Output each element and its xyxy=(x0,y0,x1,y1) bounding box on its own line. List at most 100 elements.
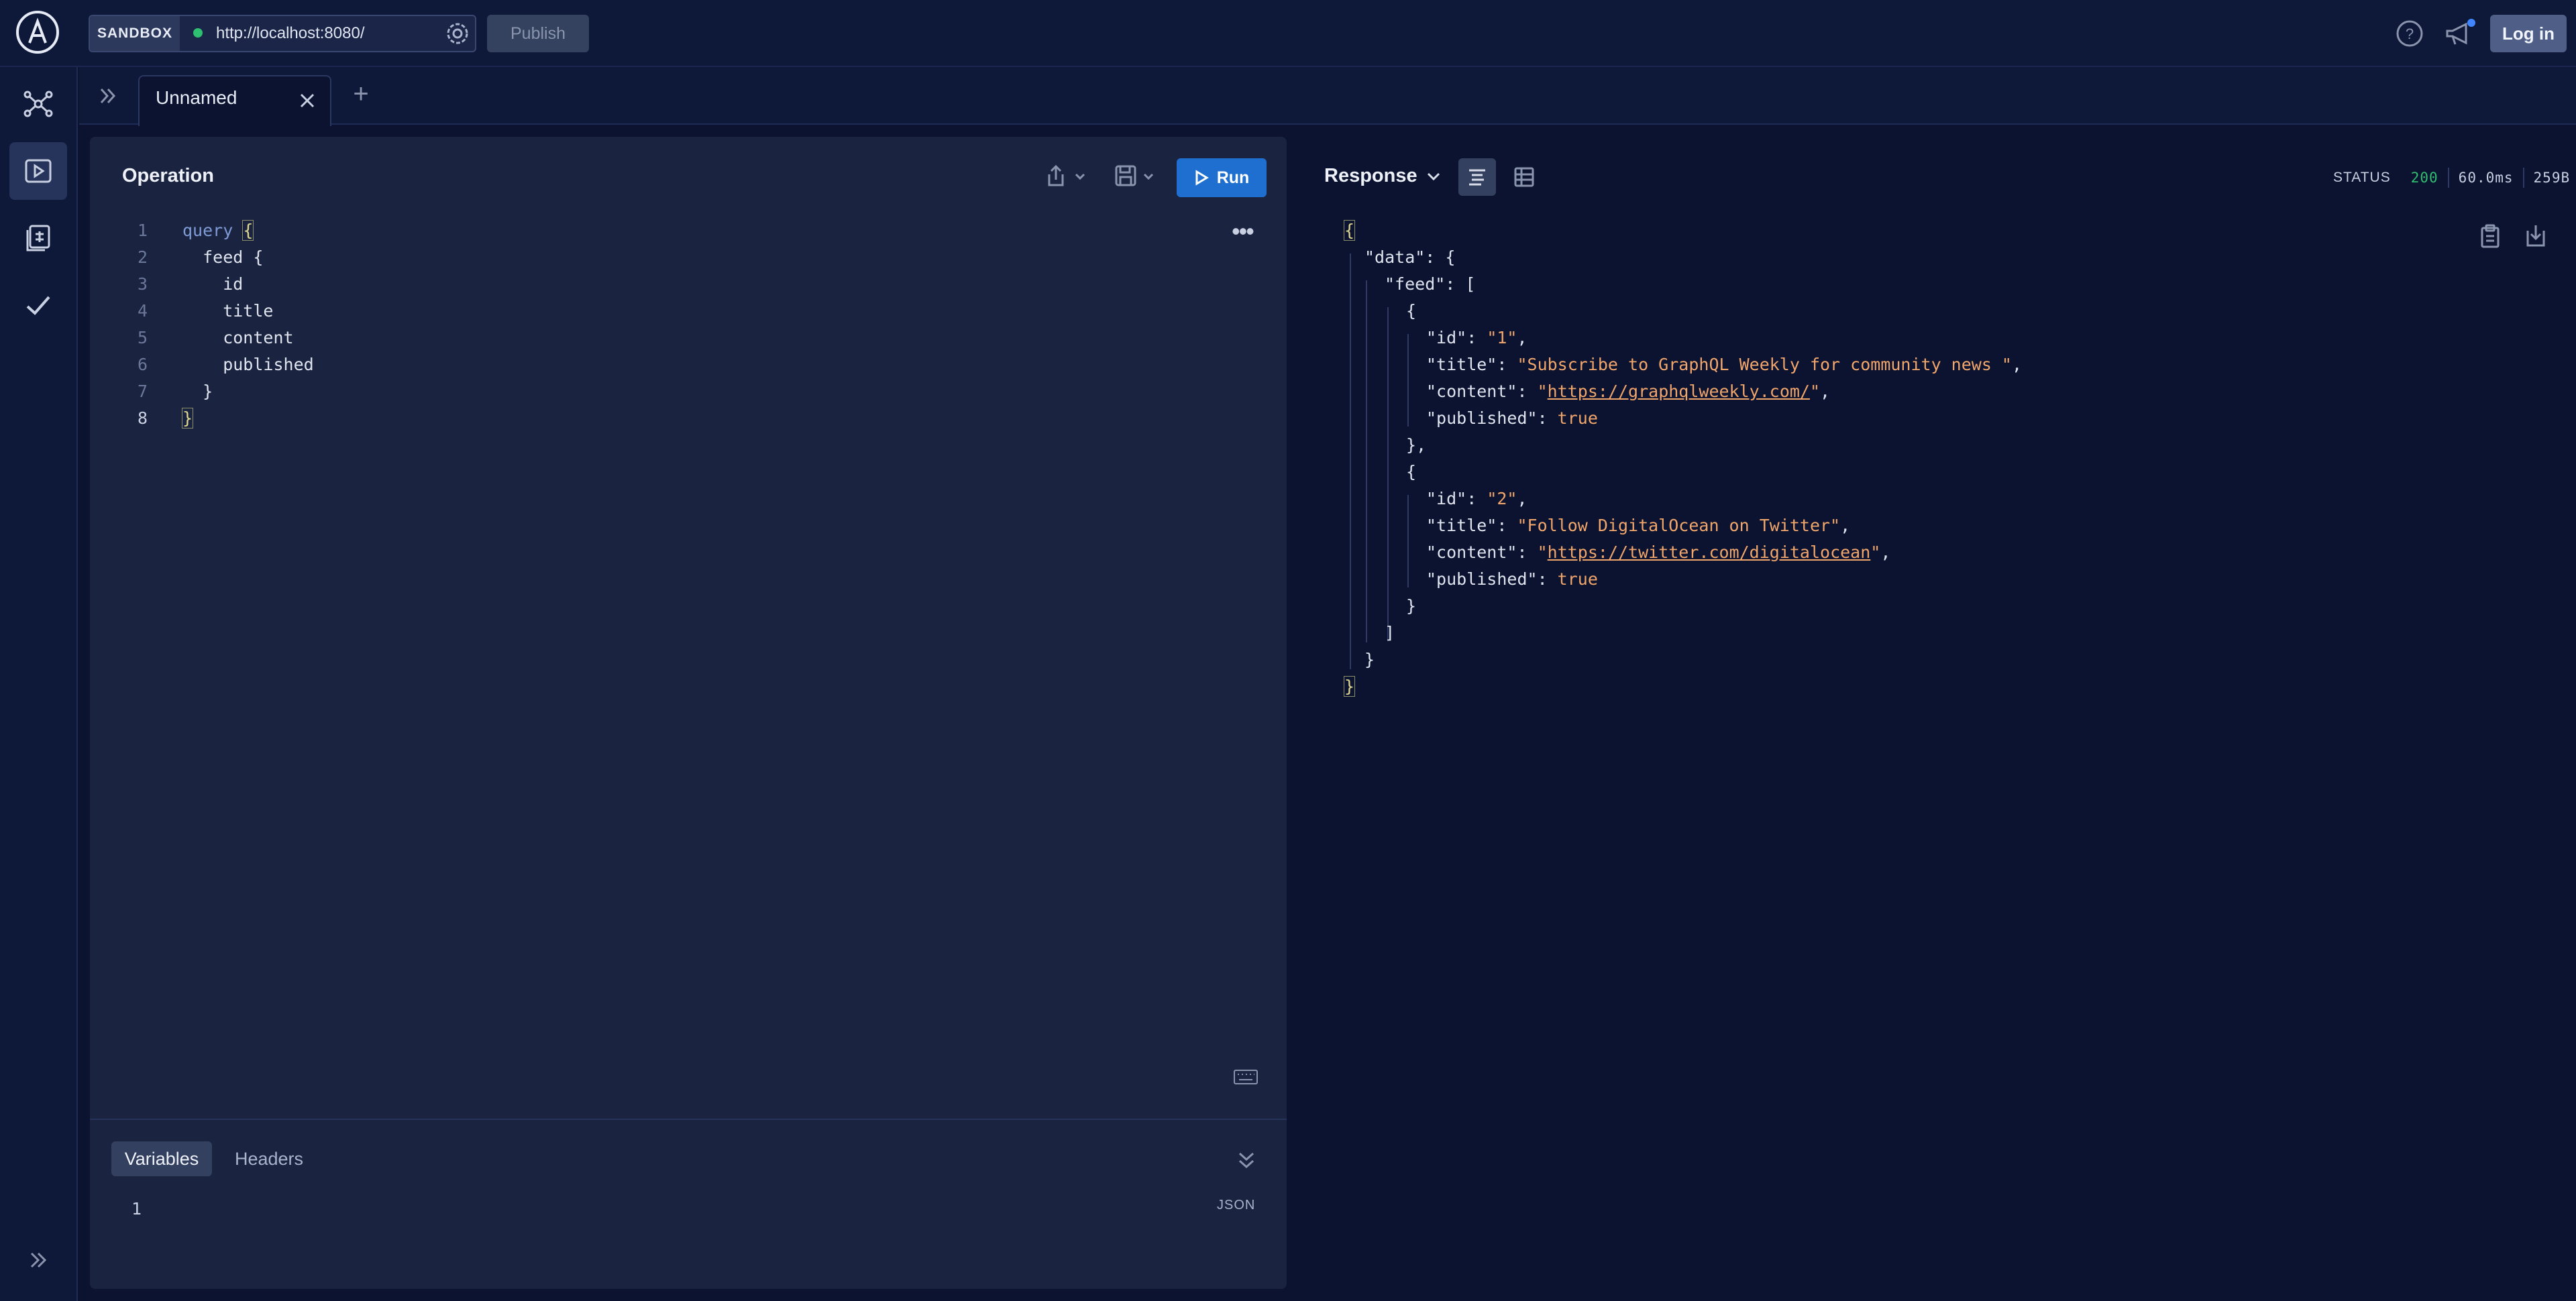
indent-guide xyxy=(1407,495,1409,587)
expand-panel-icon[interactable] xyxy=(91,79,125,113)
json-line: "published": true xyxy=(1426,408,1598,428)
code-text: query { xyxy=(182,220,254,241)
code-text: content xyxy=(182,328,294,347)
response-title: Response xyxy=(1324,165,1417,186)
item2-title: "Follow DigitalOcean on Twitter" xyxy=(1517,516,1841,535)
item1-content-link[interactable]: https://graphqlweekly.com/ xyxy=(1548,382,1810,401)
close-icon[interactable] xyxy=(295,89,319,113)
code-text: feed { xyxy=(182,247,264,267)
variables-format-label: JSON xyxy=(1217,1198,1256,1212)
json-line: "id": "1", xyxy=(1426,328,1527,347)
json-line: ] xyxy=(1385,623,1395,642)
more-options-icon[interactable]: ••• xyxy=(1232,219,1261,244)
response-time: 60.0ms xyxy=(2458,170,2514,186)
json-line: "data": { xyxy=(1364,247,1456,267)
json-line: } xyxy=(1364,650,1375,669)
code-text: id xyxy=(182,274,244,294)
code-line[interactable]: 7 } xyxy=(127,378,213,405)
line-number: 2 xyxy=(137,247,148,267)
json-line: } xyxy=(1343,676,1356,697)
collection-icon[interactable] xyxy=(9,209,67,267)
line-number: 8 xyxy=(137,408,148,428)
code-line[interactable]: 5 content xyxy=(127,325,294,351)
tab-variables[interactable]: Variables xyxy=(111,1141,212,1176)
json-line: { xyxy=(1406,462,1417,482)
panel-divider[interactable] xyxy=(90,1119,1287,1120)
schema-graph-icon[interactable] xyxy=(9,75,67,133)
line-number: 5 xyxy=(137,328,148,347)
response-status: STATUS 200 60.0ms 259B xyxy=(2333,168,2570,188)
variables-line-number: 1 xyxy=(131,1199,142,1219)
code-line[interactable]: 1 query { xyxy=(127,217,254,244)
keyboard-shortcuts-icon[interactable] xyxy=(1233,1068,1258,1086)
item2-id: "2" xyxy=(1487,489,1517,508)
indent-guide xyxy=(1350,253,1351,669)
status-label: STATUS xyxy=(2333,170,2391,185)
code-text: } xyxy=(181,408,194,429)
code-text: } xyxy=(182,382,213,401)
tab-label: Unnamed xyxy=(156,87,237,108)
code-line[interactable]: 3 id xyxy=(127,271,243,298)
add-tab-button[interactable]: + xyxy=(346,79,376,109)
publish-button[interactable]: Publish xyxy=(487,15,589,52)
code-line[interactable]: 2 feed { xyxy=(127,244,263,271)
apollo-logo-icon[interactable] xyxy=(13,8,62,56)
item1-title: "Subscribe to GraphQL Weekly for communi… xyxy=(1517,355,2012,374)
status-code: 200 xyxy=(2410,170,2438,186)
play-icon[interactable] xyxy=(9,142,67,200)
indent-guide xyxy=(1366,280,1367,642)
announcement-icon[interactable] xyxy=(2443,17,2478,50)
item2-content-link[interactable]: https://twitter.com/digitalocean xyxy=(1548,543,1871,562)
json-line: } xyxy=(1406,596,1417,616)
endpoint-url-input[interactable]: http://localhost:8080/ xyxy=(216,17,417,50)
json-line: "feed": [ xyxy=(1385,274,1476,294)
gear-icon[interactable] xyxy=(444,20,471,47)
json-line: "id": "2", xyxy=(1426,489,1527,508)
code-line[interactable]: 8} xyxy=(127,405,194,432)
download-icon[interactable] xyxy=(2524,223,2548,249)
response-size: 259B xyxy=(2533,170,2571,186)
code-line[interactable]: 6 published xyxy=(127,351,314,378)
line-number: 3 xyxy=(137,274,148,294)
copy-icon[interactable] xyxy=(2478,223,2502,249)
json-line: "content": "https://graphqlweekly.com/", xyxy=(1426,382,1831,401)
code-text: published xyxy=(182,355,314,374)
tab-bar xyxy=(79,67,2576,125)
sandbox-label: SANDBOX xyxy=(90,16,180,51)
line-number: 1 xyxy=(137,221,148,240)
code-line[interactable]: 4 title xyxy=(127,298,274,325)
item1-published: true xyxy=(1557,408,1598,428)
run-label: Run xyxy=(1216,168,1250,187)
operation-title: Operation xyxy=(122,165,214,186)
indent-guide xyxy=(1407,334,1409,427)
chevron-down-icon xyxy=(1427,172,1440,180)
json-line: "title": "Subscribe to GraphQL Weekly fo… xyxy=(1426,355,2023,374)
code-text: title xyxy=(182,301,274,321)
checkmark-icon[interactable] xyxy=(9,276,67,334)
json-line: "title": "Follow DigitalOcean on Twitter… xyxy=(1426,516,1851,535)
indent-guide xyxy=(1387,307,1389,641)
json-view-icon[interactable] xyxy=(1458,158,1496,196)
json-line: { xyxy=(1406,301,1417,321)
login-button[interactable]: Log in xyxy=(2490,15,2567,52)
run-button[interactable]: Run xyxy=(1177,158,1267,197)
json-line: { xyxy=(1343,220,1356,241)
json-line: }, xyxy=(1406,435,1427,455)
expand-sidebar-icon[interactable] xyxy=(9,1231,67,1289)
line-number: 6 xyxy=(137,355,148,374)
collapse-icon[interactable] xyxy=(1234,1149,1258,1172)
table-view-icon[interactable] xyxy=(1505,158,1543,196)
item1-id: "1" xyxy=(1487,328,1517,347)
help-icon[interactable]: ? xyxy=(2395,19,2424,48)
response-selector[interactable]: Response xyxy=(1324,165,1442,187)
json-line: "published": true xyxy=(1426,569,1598,589)
connection-status-dot xyxy=(193,28,203,38)
tab-headers[interactable]: Headers xyxy=(232,1141,306,1176)
save-icon[interactable] xyxy=(1110,160,1163,193)
json-line: "content": "https://twitter.com/digitalo… xyxy=(1426,543,1891,562)
item2-published: true xyxy=(1557,569,1598,589)
line-number: 7 xyxy=(137,382,148,401)
share-icon[interactable] xyxy=(1041,160,1095,193)
line-number: 4 xyxy=(137,301,148,321)
svg-text:?: ? xyxy=(2406,25,2414,42)
